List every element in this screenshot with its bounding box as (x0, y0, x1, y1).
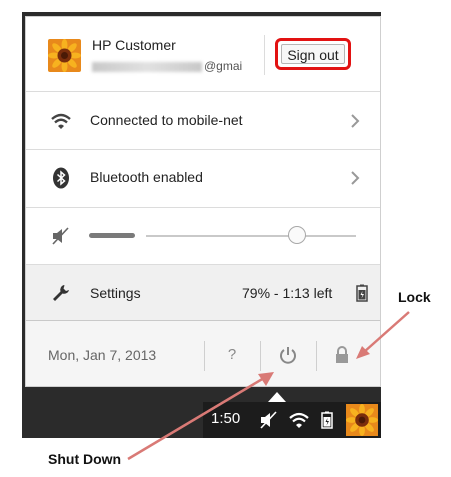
wifi-icon[interactable] (289, 411, 309, 429)
chevron-right-icon (351, 171, 360, 185)
popup-pointer (268, 392, 286, 402)
divider (316, 341, 317, 371)
status-area-popup: HP Customer @gmai Sign out Connected to … (25, 16, 381, 387)
bluetooth-item[interactable]: Bluetooth enabled (26, 150, 380, 208)
volume-slider-track[interactable] (146, 235, 356, 237)
user-name: HP Customer (92, 37, 176, 53)
user-email: @gmai (92, 59, 242, 73)
wrench-icon (53, 285, 69, 301)
battery-status: 79% - 1:13 left (242, 285, 333, 301)
bluetooth-label: Bluetooth enabled (90, 169, 203, 185)
help-button[interactable]: ? (220, 343, 244, 367)
settings-label: Settings (90, 285, 141, 301)
email-redacted (92, 61, 202, 72)
sign-out-button[interactable]: Sign out (281, 44, 345, 64)
date-label: Mon, Jan 7, 2013 (48, 347, 157, 363)
power-icon[interactable] (276, 343, 300, 367)
chevron-right-icon (351, 114, 360, 128)
lock-callout: Lock (398, 289, 431, 305)
signout-highlight: Sign out (275, 38, 351, 70)
divider (260, 341, 261, 371)
flower-avatar-icon[interactable] (346, 404, 378, 436)
clock[interactable]: 1:50 (211, 410, 240, 427)
lock-icon[interactable] (330, 343, 354, 367)
network-item[interactable]: Connected to mobile-net (26, 92, 380, 150)
volume-slider-fill (89, 233, 135, 238)
settings-item[interactable]: Settings 79% - 1:13 left (26, 265, 380, 321)
network-label: Connected to mobile-net (90, 112, 243, 128)
taskbar[interactable]: 1:50 (203, 402, 381, 438)
battery-icon (356, 284, 368, 302)
volume-muted-icon[interactable] (50, 225, 72, 247)
volume-muted-icon[interactable] (259, 411, 279, 429)
volume-item (26, 208, 380, 265)
shutdown-callout: Shut Down (48, 451, 122, 467)
email-domain: @gmai (204, 59, 243, 73)
wifi-icon (51, 113, 71, 129)
bluetooth-icon (53, 167, 69, 189)
user-card: HP Customer @gmai Sign out (26, 17, 380, 92)
flower-avatar-icon (48, 39, 81, 72)
volume-slider-thumb[interactable] (288, 226, 306, 244)
divider (204, 341, 205, 371)
divider (264, 35, 265, 75)
footer-bar: Mon, Jan 7, 2013 ? (26, 321, 380, 386)
battery-icon[interactable] (321, 411, 333, 429)
